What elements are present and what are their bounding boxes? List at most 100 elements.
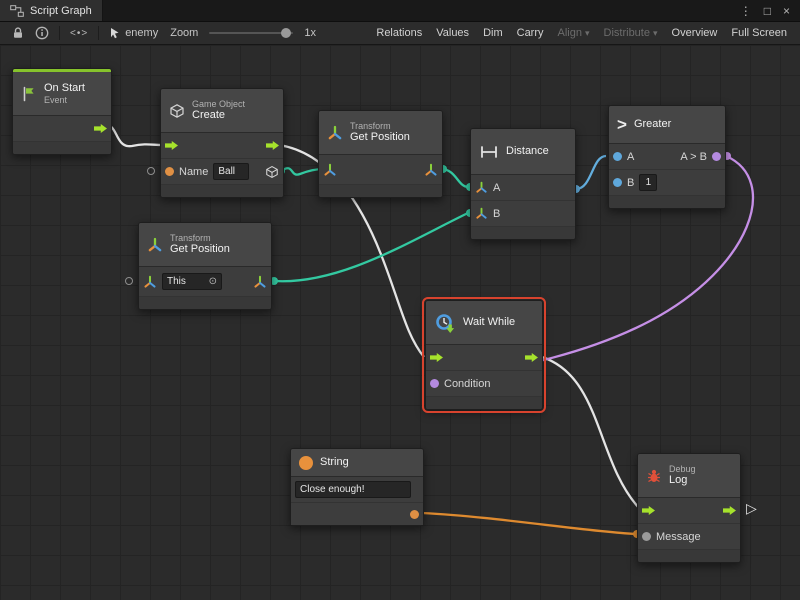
wire-waitwhile-to-log[interactable]	[542, 357, 639, 508]
zoom-slider[interactable]	[209, 32, 293, 34]
flow-in-port[interactable]	[430, 353, 443, 362]
lock-icon[interactable]	[6, 22, 30, 44]
condition-input-port[interactable]	[430, 379, 439, 388]
target-self-field[interactable]: This ⊙	[162, 273, 222, 290]
node-footer	[161, 185, 283, 197]
game-object-output-port[interactable]	[265, 165, 279, 179]
node-string-literal[interactable]: String	[290, 448, 424, 526]
distribute-button: Distribute ▾	[597, 22, 665, 44]
flow-in-port[interactable]	[642, 506, 655, 515]
values-button[interactable]: Values	[429, 22, 476, 44]
string-value-input[interactable]	[295, 481, 411, 498]
node-footer	[638, 550, 740, 562]
vector-input-port[interactable]	[475, 181, 488, 194]
transform-input-port[interactable]	[323, 163, 337, 177]
b-input-port[interactable]	[613, 178, 622, 187]
port-label: B	[493, 208, 500, 220]
node-title: Wait While	[463, 316, 515, 329]
zoom-value: 1x	[304, 27, 316, 39]
port-label: A	[627, 151, 634, 163]
dim-button[interactable]: Dim	[476, 22, 510, 44]
node-distance[interactable]: Distance A B	[470, 128, 576, 240]
maximize-icon[interactable]: □	[764, 4, 771, 18]
node-title: On Start	[44, 82, 85, 95]
button-label: Values	[436, 27, 469, 39]
port-label: Message	[656, 531, 701, 543]
zoom-slider-thumb[interactable]	[281, 28, 291, 38]
flow-out-port[interactable]	[525, 353, 538, 362]
node-title: Create	[192, 109, 245, 122]
node-footer	[471, 227, 575, 239]
button-label: Dim	[483, 27, 503, 39]
full-screen-button[interactable]: Full Screen	[724, 22, 794, 44]
flow-in-port[interactable]	[165, 141, 178, 150]
chevron-down-icon: ▾	[585, 28, 590, 39]
code-preview-icon[interactable]: <•>	[65, 22, 93, 44]
port-label: Name	[179, 166, 208, 178]
wire-getposition-b-to-distance-b[interactable]	[274, 213, 468, 281]
message-input-port[interactable]	[642, 532, 651, 541]
graph-canvas[interactable]: On Start Event Game Object Create Name	[0, 45, 800, 600]
node-greater[interactable]: > Greater A A > B B	[608, 105, 726, 209]
node-get-position-a[interactable]: Transform Get Position	[318, 110, 443, 198]
node-game-object-create[interactable]: Game Object Create Name	[160, 88, 284, 198]
name-input-port[interactable]	[165, 167, 174, 176]
target-value: This	[167, 276, 186, 287]
carry-arrow-icon: ▷	[746, 500, 757, 517]
cube-icon	[169, 103, 185, 119]
close-icon[interactable]: ×	[783, 4, 790, 18]
port-label: A	[493, 182, 500, 194]
node-category: Debug	[669, 464, 696, 474]
result-output-port[interactable]	[712, 152, 721, 161]
flow-out-port[interactable]	[723, 506, 736, 515]
node-footer	[609, 196, 725, 208]
transform-input-port[interactable]	[143, 275, 157, 289]
flag-icon	[21, 86, 37, 102]
vector-input-port[interactable]	[475, 207, 488, 220]
zoom-label: Zoom	[170, 27, 198, 39]
toolbar-separator	[59, 26, 60, 40]
overview-button[interactable]: Overview	[665, 22, 725, 44]
node-footer	[139, 297, 271, 309]
graph-toolbar: <•> enemy Zoom 1x Relations Values Dim C…	[0, 22, 800, 45]
name-input[interactable]	[213, 163, 249, 180]
node-get-position-b[interactable]: Transform Get Position This ⊙	[138, 222, 272, 310]
button-label: Overview	[672, 27, 718, 39]
node-title: Log	[669, 474, 696, 487]
port-label: Condition	[444, 378, 490, 390]
button-label: Full Screen	[731, 27, 787, 39]
tab-script-graph[interactable]: Script Graph	[0, 0, 103, 21]
wire-onstart-to-create[interactable]	[104, 126, 162, 146]
b-value-input[interactable]	[639, 174, 657, 191]
node-wait-while[interactable]: Wait While Condition	[425, 300, 543, 410]
port-label: B	[627, 177, 634, 189]
position-output-port[interactable]	[424, 163, 438, 177]
node-debug-log[interactable]: Debug Log Message	[637, 453, 741, 563]
pointer-icon	[110, 27, 120, 39]
node-on-start-event[interactable]: On Start Event	[12, 68, 112, 155]
output-label: A > B	[680, 151, 707, 163]
transform-axes-icon	[327, 125, 343, 141]
greater-icon: >	[617, 116, 627, 133]
node-title: String	[320, 456, 349, 469]
position-output-port[interactable]	[253, 275, 267, 289]
carry-button[interactable]: Carry	[510, 22, 551, 44]
chevron-down-icon: ▾	[653, 28, 658, 39]
flow-out-port[interactable]	[266, 141, 279, 150]
a-input-port[interactable]	[613, 152, 622, 161]
window-menu-icon[interactable]: ⋮	[740, 4, 752, 18]
wait-clock-icon	[434, 312, 456, 334]
button-label: Distribute	[604, 27, 650, 39]
wire-distance-to-greater-a[interactable]	[576, 156, 606, 189]
node-title: Get Position	[350, 131, 410, 144]
string-output-port[interactable]	[410, 510, 419, 519]
wire-string-to-message[interactable]	[422, 513, 636, 534]
flow-out-port[interactable]	[94, 124, 107, 133]
button-label: Carry	[517, 27, 544, 39]
info-icon[interactable]	[30, 22, 54, 44]
distance-icon	[479, 145, 499, 159]
align-button: Align ▾	[551, 22, 597, 44]
target-picker-icon[interactable]: ⊙	[209, 276, 217, 287]
relations-button[interactable]: Relations	[369, 22, 429, 44]
bug-icon	[646, 468, 662, 484]
